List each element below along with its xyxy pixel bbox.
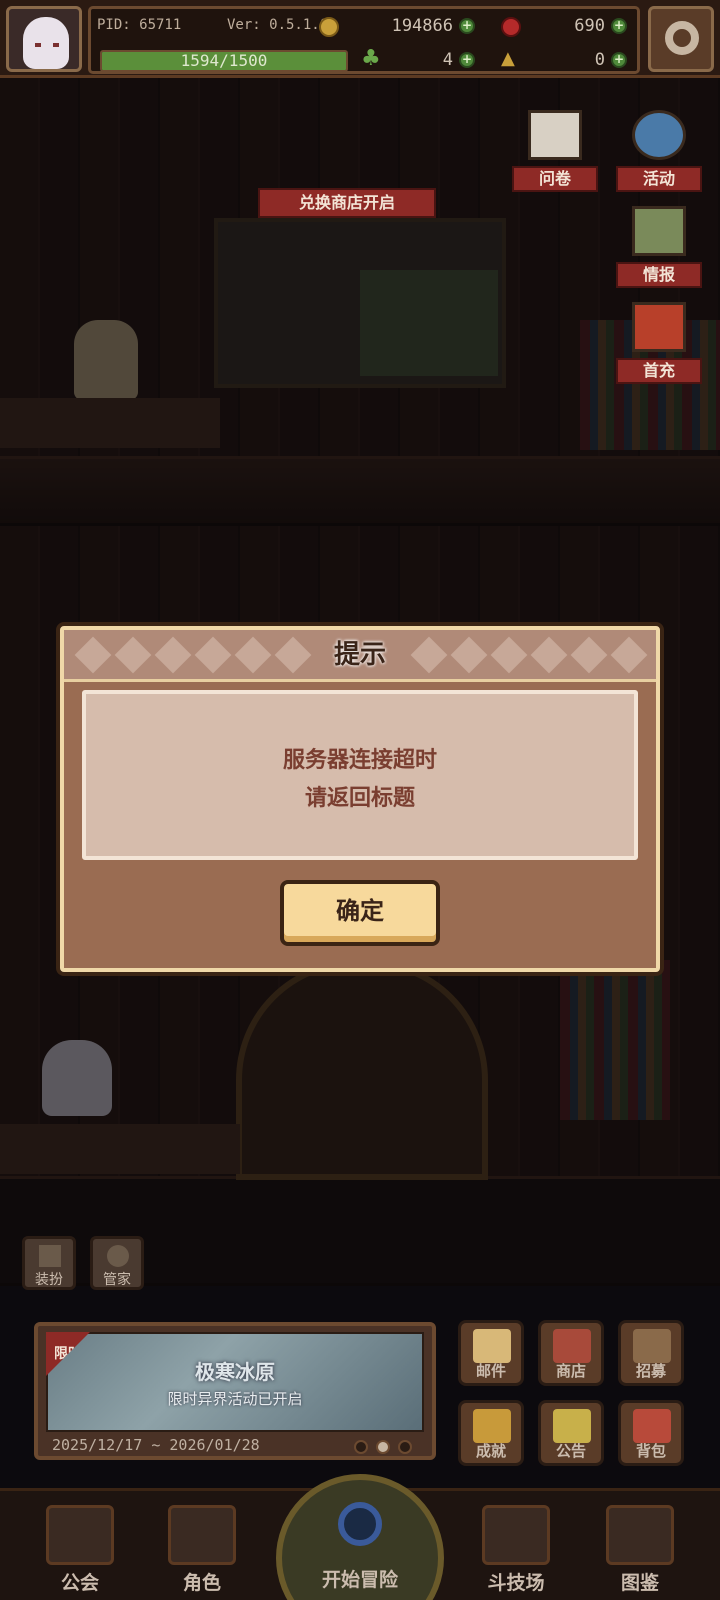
achievement-button[interactable]: 成就 (458, 1400, 524, 1466)
book-icon (606, 1505, 674, 1565)
add-clover-plus-icon[interactable]: + (459, 52, 475, 68)
nav-arena[interactable]: 斗技场 (464, 1505, 568, 1600)
backpack-button[interactable]: 背包 (618, 1400, 684, 1466)
nav-guild-label: 公会 (60, 1572, 99, 1594)
boot-amount: 0 (594, 50, 605, 70)
nav-arena-label: 斗技场 (487, 1572, 545, 1594)
crossed-swords-icon (482, 1505, 550, 1565)
nav-character[interactable]: 角色 (150, 1505, 254, 1600)
clipboard-icon (528, 110, 582, 160)
dialog-message-line-2: 请返回标题 (304, 786, 415, 811)
event-label: 活动 (616, 166, 702, 192)
exchange-shop-banner[interactable]: 兑换商店开启 (258, 188, 436, 218)
megaphone-icon (553, 1409, 591, 1443)
start-adventure-label: 开始冒险 (321, 1569, 398, 1591)
dress-up-label: 装扮 (35, 1272, 63, 1288)
nav-codex[interactable]: 图鉴 (588, 1505, 692, 1600)
dress-up-button[interactable]: 装扮 (22, 1236, 76, 1290)
store-icon (553, 1329, 591, 1363)
recruit-icon (633, 1329, 671, 1363)
player-avatar[interactable] (6, 6, 82, 72)
dialog-message-box: 服务器连接超时 请返回标题 (82, 690, 638, 860)
carousel-dot-active[interactable] (376, 1440, 390, 1454)
game-version: Ver: 0.5.1.0 (227, 17, 329, 33)
player-id: PID: 65711 (97, 17, 182, 33)
dialog-message-line-1: 服务器连接超时 (282, 748, 437, 773)
magnifier-icon (338, 1502, 382, 1546)
announcement-label: 公告 (555, 1442, 586, 1460)
nav-codex-label: 图鉴 (620, 1572, 659, 1594)
trophy-icon (473, 1409, 511, 1443)
balloon-icon (632, 110, 686, 160)
gift-icon (632, 302, 686, 352)
settings-button[interactable] (648, 6, 714, 72)
gold-amount: 194866 (391, 16, 453, 36)
stamina-text: 1594/1500 (180, 51, 268, 70)
butler-label: 管家 (103, 1272, 131, 1288)
stamina-bar: 1594/1500 (100, 50, 348, 72)
guild-hall-icon (46, 1505, 114, 1565)
first-purchase-label: 首充 (616, 358, 702, 384)
clover-amount: 4 (442, 50, 453, 70)
announcement-button[interactable]: 公告 (538, 1400, 604, 1466)
top-status-bar: PID: 65711 Ver: 0.5.1.0 194866 + 690 + ♣… (0, 0, 720, 78)
event-description: 限时异界活动已开启 (167, 1390, 303, 1408)
add-gem-plus-icon[interactable]: + (611, 18, 627, 34)
limited-event-card[interactable]: 极寒冰原 限时异界活动已开启 限时 2025/12/17 ~ 2026/01/2… (34, 1322, 436, 1460)
backpack-label: 背包 (635, 1442, 666, 1460)
survey-label: 问卷 (512, 166, 598, 192)
gear-icon (665, 21, 699, 55)
gem-amount: 690 (574, 16, 605, 36)
intel-label: 情报 (616, 262, 702, 288)
backpack-icon (633, 1409, 671, 1443)
dialog-title: 提示 (333, 640, 386, 670)
mail-button[interactable]: 邮件 (458, 1320, 524, 1386)
start-adventure-button[interactable]: 开始冒险 (276, 1474, 444, 1600)
intel-button[interactable]: 情报 (616, 206, 702, 288)
add-gold-plus-icon[interactable]: + (459, 18, 475, 34)
recruit-button[interactable]: 招募 (618, 1320, 684, 1386)
alert-dialog: 提示 服务器连接超时 请返回标题 确定 (60, 626, 660, 972)
map-icon (632, 206, 686, 256)
clover-icon: ♣ (361, 46, 381, 71)
butler-button[interactable]: 管家 (90, 1236, 144, 1290)
dialog-header: 提示 (64, 630, 656, 682)
mail-icon (473, 1329, 511, 1363)
boot-icon: ▲ (501, 48, 515, 69)
character-icon (168, 1505, 236, 1565)
gold-coin-icon (319, 17, 339, 37)
confirm-button[interactable]: 确定 (280, 880, 440, 946)
red-gem-icon (501, 17, 521, 37)
first-purchase-button[interactable]: 首充 (616, 302, 702, 384)
event-name: 极寒冰原 (195, 1360, 275, 1384)
event-banner-image: 极寒冰原 限时异界活动已开启 (46, 1332, 424, 1432)
nav-character-label: 角色 (182, 1572, 221, 1594)
store-button[interactable]: 商店 (538, 1320, 604, 1386)
recruit-label: 招募 (635, 1362, 666, 1380)
hanger-icon (39, 1245, 61, 1267)
carousel-dot[interactable] (398, 1440, 412, 1454)
carousel-dot[interactable] (354, 1440, 368, 1454)
event-date-range: 2025/12/17 ~ 2026/01/28 (52, 1436, 260, 1454)
add-boot-plus-icon[interactable]: + (611, 52, 627, 68)
nav-guild[interactable]: 公会 (28, 1505, 132, 1600)
achievement-label: 成就 (475, 1442, 506, 1460)
mail-label: 邮件 (475, 1362, 506, 1380)
event-button[interactable]: 活动 (616, 110, 702, 192)
store-label: 商店 (555, 1362, 586, 1380)
butler-icon (107, 1245, 129, 1267)
survey-button[interactable]: 问卷 (512, 110, 598, 192)
